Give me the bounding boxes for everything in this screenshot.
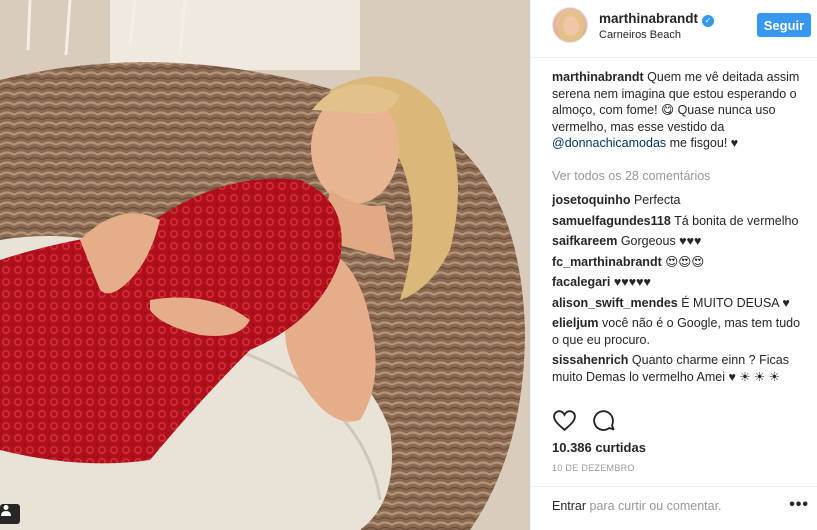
user-tag-icon[interactable] [0,504,20,524]
like-count[interactable]: 10.386 curtidas [552,440,646,455]
comment-username[interactable]: josetoquinho [552,193,630,207]
caption-username[interactable]: marthinabrandt [552,70,644,84]
heart-icon[interactable] [552,408,577,433]
post-date[interactable]: 10 DE DEZEMBRO [552,463,635,473]
login-link[interactable]: Entrar [552,499,586,513]
comment-item: samuelfagundes118 Tá bonita de vermelho [552,213,806,230]
caption-end: me fisgou! ♥ [666,136,739,150]
comment-text: É MUITO DEUSA ♥ [681,295,790,310]
login-prompt: Entrar para curtir ou comentar. [552,499,722,513]
post-location[interactable]: Carneiros Beach [599,29,681,41]
comment-username[interactable]: sissahenrich [552,353,628,367]
comment-username[interactable]: facalegari [552,275,610,289]
comment-username[interactable]: elieljum [552,316,599,330]
comment-username[interactable]: samuelfagundes118 [552,214,671,228]
person-icon [1,505,11,516]
comment-username[interactable]: fc_marthinabrandt [552,255,662,269]
avatar-image [558,10,584,42]
comment-icon[interactable] [591,408,616,433]
post-header: marthinabrandt ✓ Carneiros Beach Seguir [531,0,817,58]
comment-text: ♥♥♥♥♥ [613,275,651,289]
view-all-comments-link[interactable]: Ver todos os 28 comentários [552,168,806,185]
more-options-icon[interactable]: ••• [789,496,809,514]
author-username-text[interactable]: marthinabrandt [599,11,698,26]
comment-item: facalegari ♥♥♥♥♥ [552,274,806,291]
comment-footer: Entrar para curtir ou comentar. ••• [531,486,817,530]
caption-mention[interactable]: @donnachicamodas [552,136,666,150]
comment-username[interactable]: alison_swift_mendes [552,296,678,310]
post-caption: marthinabrandt Quem me vê deitada assim … [552,69,806,152]
comment-item: sissahenrich Quanto charme einn ? Ficas … [552,352,806,385]
comment-text: Gorgeous ♥♥♥ [620,234,702,248]
comment-username[interactable]: saifkareem [552,234,617,248]
author-username[interactable]: marthinabrandt ✓ [599,11,715,27]
post-actions [552,408,616,436]
follow-button[interactable]: Seguir [757,13,811,37]
comment-item: elieljum você não é o Google, mas tem tu… [552,315,806,348]
post-panel: marthinabrandt ✓ Carneiros Beach Seguir m… [530,0,817,530]
post-photo[interactable] [0,0,530,530]
comment-item: alison_swift_mendes É MUITO DEUSA ♥ [552,295,806,312]
comments-list[interactable]: marthinabrandt Quem me vê deitada assim … [552,69,806,401]
comment-item: saifkareem Gorgeous ♥♥♥ [552,233,806,250]
comment-item: josetoquinho Perfecta [552,192,806,209]
login-prompt-text: para curtir ou comentar. [586,499,722,513]
comment-text: Perfecta [633,193,681,207]
photo-illustration [0,0,530,530]
avatar[interactable] [552,7,588,43]
comment-item: fc_marthinabrandt 😍😍😍 [552,254,806,271]
comment-text: 😍😍😍 [665,254,705,269]
comment-text: Tá bonita de vermelho [674,213,799,228]
verified-badge-icon: ✓ [702,15,715,27]
